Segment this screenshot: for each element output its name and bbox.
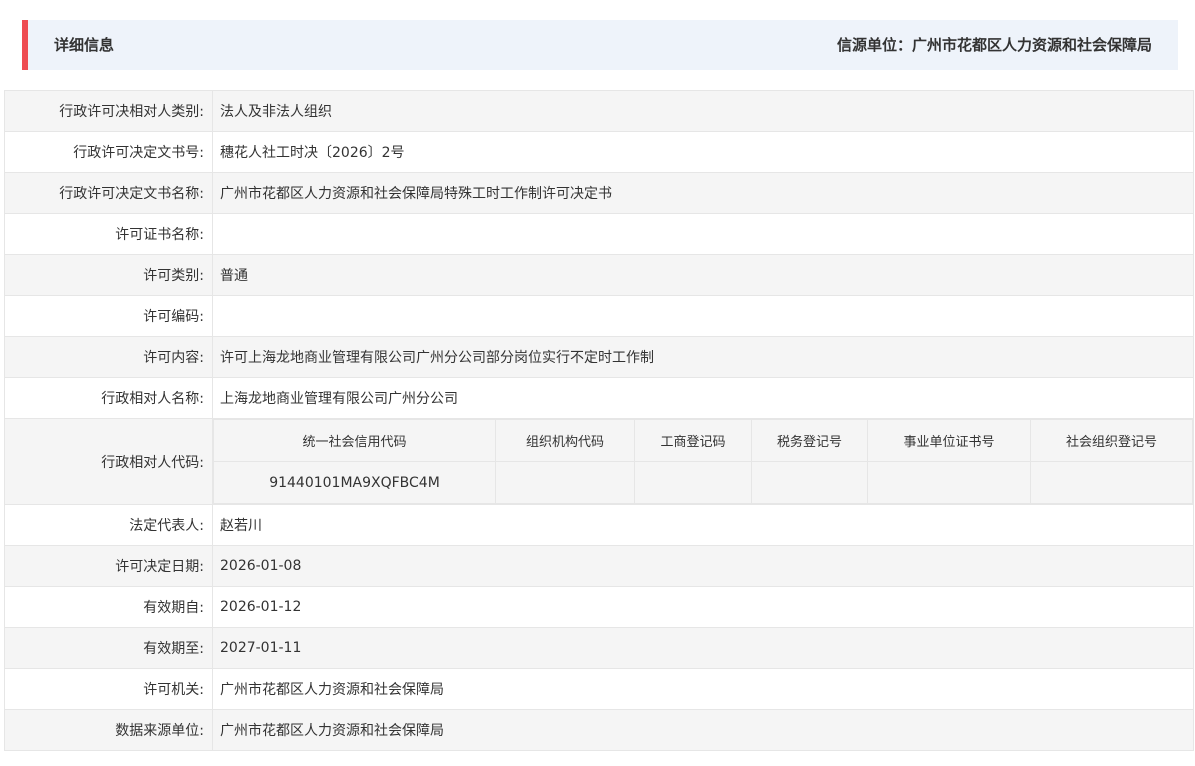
table-row: 有效期自: 2026-01-12 xyxy=(4,586,1194,628)
table-row: 行政许可决相对人类别: 法人及非法人组织 xyxy=(4,90,1194,132)
table-row: 有效期至: 2027-01-11 xyxy=(4,627,1194,669)
row-label: 许可证书名称: xyxy=(4,213,213,255)
row-label: 行政许可决定文书号: xyxy=(4,131,213,173)
code-header: 税务登记号 xyxy=(751,419,868,462)
row-value: 广州市花都区人力资源和社会保障局 xyxy=(212,709,1194,751)
code-value xyxy=(1030,461,1193,504)
code-header: 工商登记码 xyxy=(634,419,752,462)
row-value: 许可上海龙地商业管理有限公司广州分公司部分岗位实行不定时工作制 xyxy=(212,336,1194,378)
row-value: 广州市花都区人力资源和社会保障局 xyxy=(212,668,1194,710)
row-label: 有效期至: xyxy=(4,627,213,669)
detail-header: 详细信息 信源单位：广州市花都区人力资源和社会保障局 xyxy=(22,20,1178,70)
row-label: 许可机关: xyxy=(4,668,213,710)
code-header: 统一社会信用代码 xyxy=(213,419,496,462)
table-row: 法定代表人: 赵若川 xyxy=(4,504,1194,546)
row-label: 行政相对人代码: xyxy=(4,418,213,505)
code-header: 事业单位证书号 xyxy=(867,419,1031,462)
row-label: 许可内容: xyxy=(4,336,213,378)
table-row-codes: 行政相对人代码: 统一社会信用代码 组织机构代码 工商登记码 税务登记号 事业单… xyxy=(4,418,1194,505)
row-value xyxy=(212,295,1194,337)
code-value xyxy=(495,461,635,504)
row-label: 行政许可决相对人类别: xyxy=(4,90,213,132)
detail-table: 行政许可决相对人类别: 法人及非法人组织 行政许可决定文书号: 穗花人社工时决〔… xyxy=(4,90,1194,751)
table-row: 行政许可决定文书号: 穗花人社工时决〔2026〕2号 xyxy=(4,131,1194,173)
row-label: 许可决定日期: xyxy=(4,545,213,587)
row-label: 行政许可决定文书名称: xyxy=(4,172,213,214)
code-value: 91440101MA9XQFBC4M xyxy=(213,461,496,504)
row-label: 行政相对人名称: xyxy=(4,377,213,419)
table-row: 许可编码: xyxy=(4,295,1194,337)
row-label: 许可类别: xyxy=(4,254,213,296)
row-value xyxy=(212,213,1194,255)
row-value: 2027-01-11 xyxy=(212,627,1194,669)
row-value: 上海龙地商业管理有限公司广州分公司 xyxy=(212,377,1194,419)
code-header-row: 统一社会信用代码 组织机构代码 工商登记码 税务登记号 事业单位证书号 社会组织… xyxy=(213,419,1193,462)
code-header: 组织机构代码 xyxy=(495,419,635,462)
row-label: 有效期自: xyxy=(4,586,213,628)
header-title: 详细信息 xyxy=(54,36,115,54)
table-row: 数据来源单位: 广州市花都区人力资源和社会保障局 xyxy=(4,709,1194,751)
table-row: 行政相对人名称: 上海龙地商业管理有限公司广州分公司 xyxy=(4,377,1194,419)
code-value xyxy=(634,461,752,504)
row-value: 普通 xyxy=(212,254,1194,296)
code-value-row: 91440101MA9XQFBC4M xyxy=(213,461,1193,504)
code-table-holder: 统一社会信用代码 组织机构代码 工商登记码 税务登记号 事业单位证书号 社会组织… xyxy=(212,418,1194,505)
table-row: 行政许可决定文书名称: 广州市花都区人力资源和社会保障局特殊工时工作制许可决定书 xyxy=(4,172,1194,214)
code-value xyxy=(751,461,868,504)
table-row: 许可类别: 普通 xyxy=(4,254,1194,296)
code-table: 统一社会信用代码 组织机构代码 工商登记码 税务登记号 事业单位证书号 社会组织… xyxy=(213,419,1193,504)
row-value: 赵若川 xyxy=(212,504,1194,546)
row-label: 数据来源单位: xyxy=(4,709,213,751)
row-value: 2026-01-12 xyxy=(212,586,1194,628)
table-row: 许可机关: 广州市花都区人力资源和社会保障局 xyxy=(4,668,1194,710)
row-label: 法定代表人: xyxy=(4,504,213,546)
row-value: 广州市花都区人力资源和社会保障局特殊工时工作制许可决定书 xyxy=(212,172,1194,214)
table-row: 许可证书名称: xyxy=(4,213,1194,255)
row-value: 法人及非法人组织 xyxy=(212,90,1194,132)
row-value: 2026-01-08 xyxy=(212,545,1194,587)
header-accent-bar xyxy=(22,20,28,70)
code-value xyxy=(867,461,1031,504)
table-row: 许可决定日期: 2026-01-08 xyxy=(4,545,1194,587)
code-header: 社会组织登记号 xyxy=(1030,419,1193,462)
header-source-unit: 信源单位：广州市花都区人力资源和社会保障局 xyxy=(836,36,1152,54)
table-row: 许可内容: 许可上海龙地商业管理有限公司广州分公司部分岗位实行不定时工作制 xyxy=(4,336,1194,378)
row-value: 穗花人社工时决〔2026〕2号 xyxy=(212,131,1194,173)
row-label: 许可编码: xyxy=(4,295,213,337)
